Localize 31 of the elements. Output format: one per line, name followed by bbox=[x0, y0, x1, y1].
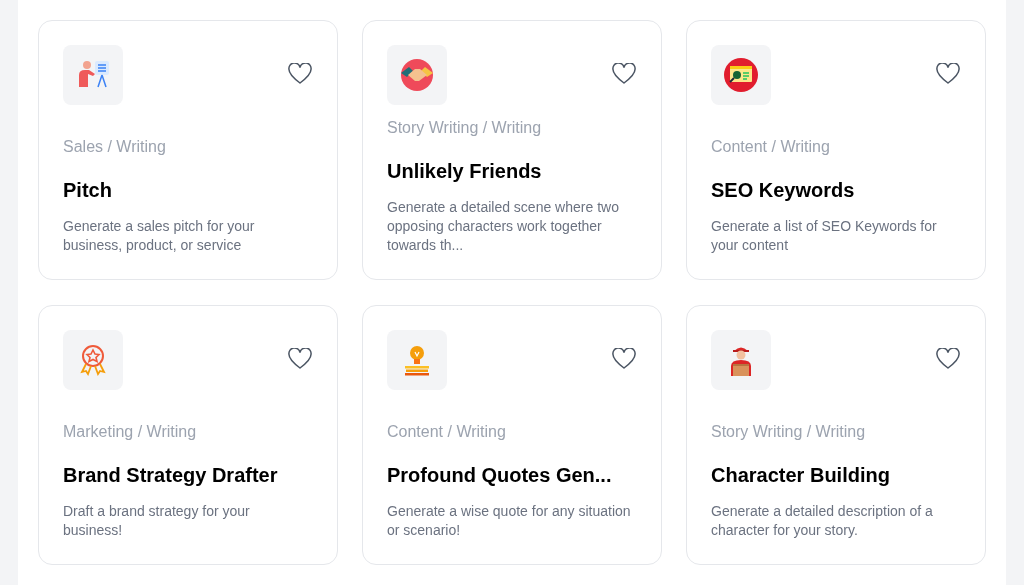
card-description: Generate a sales pitch for your business, product, or service bbox=[63, 217, 256, 255]
card-description: Draft a brand strategy for your business! bbox=[63, 502, 251, 540]
tool-card[interactable]: Content / Writing Profound Quotes Gen... Generate a wise quote for any situation or scenario! bbox=[362, 305, 662, 565]
favorite-heart-icon[interactable] bbox=[612, 348, 636, 370]
card-title: Character Building bbox=[711, 463, 891, 488]
favorite-heart-icon[interactable] bbox=[288, 63, 312, 85]
card-title: Brand Strategy Drafter bbox=[63, 463, 279, 488]
category-label: Content / Writing bbox=[711, 137, 831, 157]
tool-card[interactable]: Story Writing / Writing Unlikely Friends Generate a detailed scene where two opposing characters work together towards th... bbox=[362, 20, 662, 280]
category-label: Sales / Writing bbox=[63, 137, 167, 157]
card-description: Generate a detailed scene where two opposing characters work together towards th... bbox=[387, 198, 620, 255]
favorite-heart-icon[interactable] bbox=[288, 348, 312, 370]
favorite-heart-icon[interactable] bbox=[936, 63, 960, 85]
card-description: Generate a wise quote for any situation or scenario! bbox=[387, 502, 632, 540]
card-description: Generate a list of SEO Keywords for your content bbox=[711, 217, 938, 255]
category-label: Content / Writing bbox=[387, 422, 507, 442]
seo-report-icon bbox=[721, 55, 761, 95]
card-description: Generate a detailed description of a character for your story. bbox=[711, 502, 934, 540]
category-label: Story Writing / Writing bbox=[711, 422, 867, 442]
favorite-heart-icon[interactable] bbox=[936, 348, 960, 370]
favorite-heart-icon[interactable] bbox=[612, 63, 636, 85]
card-title: Unlikely Friends bbox=[387, 159, 543, 184]
card-title: Profound Quotes Gen... bbox=[387, 463, 613, 488]
tool-card[interactable]: Story Writing / Writing Character Building Generate a detailed description of a character for your story. bbox=[686, 305, 986, 565]
tool-card[interactable]: Content / Writing SEO Keywords Generate a list of SEO Keywords for your content bbox=[686, 20, 986, 280]
category-label: Story Writing / Writing bbox=[387, 118, 543, 138]
tool-card[interactable]: Marketing / Writing Brand Strategy Drafter Draft a brand strategy for your business! bbox=[38, 305, 338, 565]
card-title: SEO Keywords bbox=[711, 178, 856, 203]
card-title: Pitch bbox=[63, 178, 113, 203]
tool-card[interactable]: Sales / Writing Pitch Generate a sales pitch for your business, product, or service bbox=[38, 20, 338, 280]
category-label: Marketing / Writing bbox=[63, 422, 198, 442]
